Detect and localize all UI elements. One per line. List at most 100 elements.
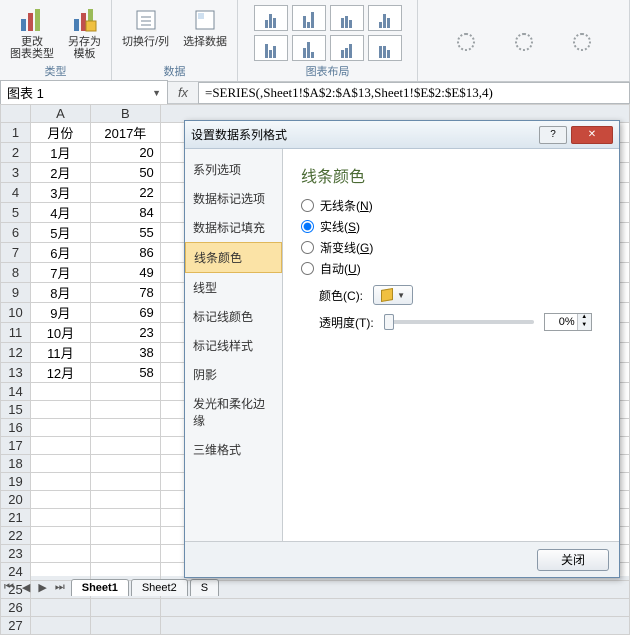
cell[interactable]: 10月 <box>30 323 90 343</box>
formula-input[interactable]: =SERIES(,Sheet1!$A$2:$A$13,Sheet1!$E$2:$… <box>198 82 630 104</box>
dialog-nav-item[interactable]: 三维格式 <box>185 435 282 464</box>
tab-nav-first[interactable]: ⏮ <box>0 579 18 596</box>
row-header[interactable]: 2 <box>1 143 31 163</box>
cell[interactable] <box>30 455 90 473</box>
spin-down[interactable]: ▼ <box>577 322 591 330</box>
row-header[interactable]: 22 <box>1 527 31 545</box>
row-header[interactable]: 23 <box>1 545 31 563</box>
row-header[interactable]: 18 <box>1 455 31 473</box>
cell[interactable] <box>30 383 90 401</box>
dialog-nav-item[interactable]: 线型 <box>185 273 282 302</box>
cell[interactable] <box>30 473 90 491</box>
cell[interactable] <box>30 617 90 635</box>
radio-solid-line[interactable]: 实线(S) <box>301 218 601 235</box>
dialog-nav-item[interactable]: 数据标记选项 <box>185 184 282 213</box>
cell[interactable] <box>90 455 160 473</box>
cell[interactable]: 3月 <box>30 183 90 203</box>
cell[interactable] <box>90 527 160 545</box>
cell[interactable]: 12月 <box>30 363 90 383</box>
cell[interactable] <box>90 563 160 581</box>
cell[interactable] <box>30 401 90 419</box>
cell[interactable]: 86 <box>90 243 160 263</box>
dialog-titlebar[interactable]: 设置数据系列格式 ? ✕ <box>185 121 619 149</box>
cell[interactable] <box>90 383 160 401</box>
layout-thumb[interactable] <box>330 35 364 61</box>
cell[interactable] <box>90 545 160 563</box>
cell[interactable] <box>30 509 90 527</box>
cell[interactable]: 1月 <box>30 143 90 163</box>
switch-row-col-button[interactable]: 切换行/列 <box>118 4 173 50</box>
row-header[interactable]: 21 <box>1 509 31 527</box>
row-header[interactable]: 11 <box>1 323 31 343</box>
cell[interactable] <box>90 401 160 419</box>
row-header[interactable]: 20 <box>1 491 31 509</box>
row-header[interactable]: 15 <box>1 401 31 419</box>
transparency-slider[interactable] <box>384 320 534 324</box>
row-header[interactable]: 24 <box>1 563 31 581</box>
row-header[interactable]: 1 <box>1 123 31 143</box>
radio-gradient-line[interactable]: 渐变线(G) <box>301 239 601 256</box>
row-header[interactable]: 26 <box>1 599 31 617</box>
cell[interactable]: 2017年 <box>90 123 160 143</box>
cell[interactable] <box>30 545 90 563</box>
help-button[interactable]: ? <box>539 126 567 144</box>
dialog-nav-item[interactable]: 阴影 <box>185 360 282 389</box>
cell[interactable]: 78 <box>90 283 160 303</box>
cell[interactable] <box>30 437 90 455</box>
cell[interactable]: 9月 <box>30 303 90 323</box>
transparency-spinner[interactable]: ▲▼ <box>544 313 592 331</box>
chart-layout-gallery[interactable] <box>253 4 403 62</box>
cell[interactable]: 69 <box>90 303 160 323</box>
cell[interactable]: 23 <box>90 323 160 343</box>
cell[interactable]: 6月 <box>30 243 90 263</box>
row-header[interactable]: 16 <box>1 419 31 437</box>
slider-thumb[interactable] <box>384 314 394 330</box>
layout-thumb[interactable] <box>330 5 364 31</box>
cell[interactable] <box>90 437 160 455</box>
select-all[interactable] <box>1 105 31 123</box>
dialog-nav-item[interactable]: 系列选项 <box>185 155 282 184</box>
layout-thumb[interactable] <box>368 5 402 31</box>
cell[interactable] <box>90 491 160 509</box>
layout-thumb[interactable] <box>254 35 288 61</box>
row-header[interactable]: 10 <box>1 303 31 323</box>
cell[interactable]: 2月 <box>30 163 90 183</box>
cell[interactable]: 22 <box>90 183 160 203</box>
save-as-template-button[interactable]: 另存为 模板 <box>64 4 105 62</box>
dialog-nav-item[interactable]: 数据标记填充 <box>185 213 282 242</box>
cell[interactable]: 4月 <box>30 203 90 223</box>
cell[interactable] <box>30 527 90 545</box>
cell[interactable] <box>90 509 160 527</box>
row-header[interactable]: 13 <box>1 363 31 383</box>
dialog-nav-item[interactable]: 标记线样式 <box>185 331 282 360</box>
name-box[interactable]: 图表 1▼ <box>0 80 168 105</box>
close-button[interactable]: ✕ <box>571 126 613 144</box>
cell[interactable]: 84 <box>90 203 160 223</box>
sheet-tab[interactable]: S <box>190 579 219 596</box>
cell[interactable]: 7月 <box>30 263 90 283</box>
sheet-tab[interactable]: Sheet1 <box>71 579 129 596</box>
cell[interactable]: 11月 <box>30 343 90 363</box>
row-header[interactable]: 17 <box>1 437 31 455</box>
col-header-A[interactable]: A <box>30 105 90 123</box>
row-header[interactable]: 8 <box>1 263 31 283</box>
layout-thumb[interactable] <box>368 35 402 61</box>
layout-thumb[interactable] <box>254 5 288 31</box>
cell[interactable]: 20 <box>90 143 160 163</box>
row-header[interactable]: 9 <box>1 283 31 303</box>
chevron-down-icon[interactable]: ▼ <box>152 88 161 98</box>
layout-thumb[interactable] <box>292 35 326 61</box>
cell[interactable]: 55 <box>90 223 160 243</box>
cell[interactable]: 49 <box>90 263 160 283</box>
cell[interactable] <box>30 599 90 617</box>
tab-nav-last[interactable]: ⏭ <box>51 579 69 596</box>
col-header-B[interactable]: B <box>90 105 160 123</box>
cell[interactable]: 月份 <box>30 123 90 143</box>
cell[interactable]: 50 <box>90 163 160 183</box>
cell[interactable]: 38 <box>90 343 160 363</box>
row-header[interactable]: 19 <box>1 473 31 491</box>
spin-up[interactable]: ▲ <box>577 314 591 322</box>
sheet-tab[interactable]: Sheet2 <box>131 579 188 596</box>
cell[interactable]: 58 <box>90 363 160 383</box>
cell[interactable]: 8月 <box>30 283 90 303</box>
